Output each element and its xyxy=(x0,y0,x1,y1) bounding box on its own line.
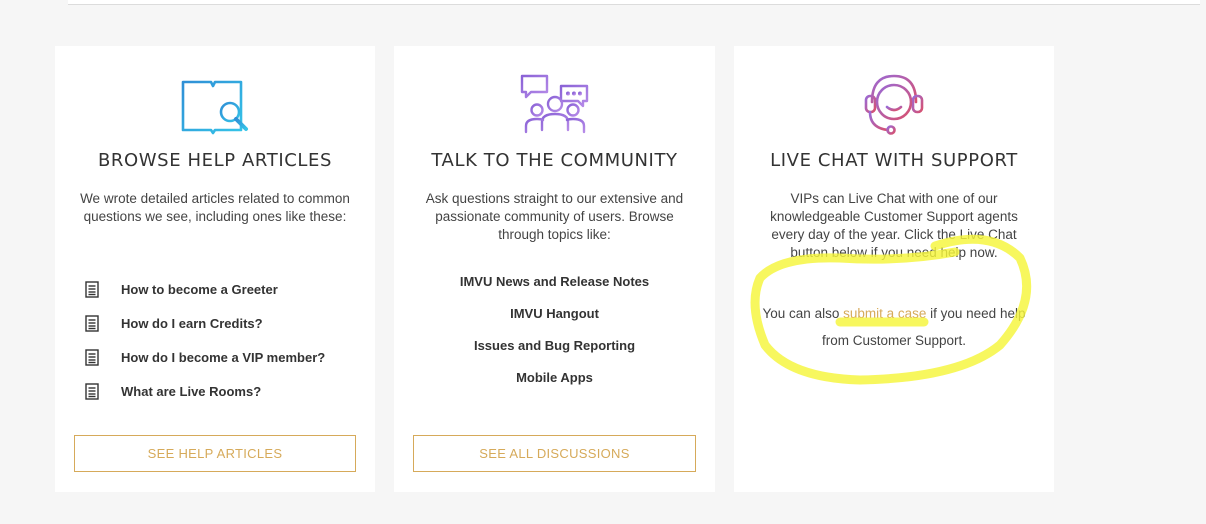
submit-case-note: You can also submit a case if you need h… xyxy=(754,300,1034,354)
live-chat-description: VIPs can Live Chat with one of our knowl… xyxy=(770,191,1018,260)
document-icon xyxy=(85,314,99,332)
community-description: Ask questions straight to our extensive … xyxy=(425,191,684,242)
see-help-articles-button[interactable]: SEE HELP ARTICLES xyxy=(74,435,356,472)
headset-smiley-icon xyxy=(734,72,1054,138)
community-title: TALK TO THE COMMUNITY xyxy=(431,150,678,171)
help-articles-list: How to become a Greeter How do I earn Cr… xyxy=(85,272,355,408)
see-all-discussions-button[interactable]: SEE ALL DISCUSSIONS xyxy=(413,435,696,472)
community-card: TALK TO THE COMMUNITY Ask questions stra… xyxy=(394,46,715,492)
browse-help-description: We wrote detailed articles related to co… xyxy=(80,191,350,224)
article-link[interactable]: How do I earn Credits? xyxy=(85,306,355,340)
document-icon xyxy=(85,348,99,366)
article-link[interactable]: What are Live Rooms? xyxy=(85,374,355,408)
live-chat-title: LIVE CHAT WITH SUPPORT xyxy=(770,150,1018,171)
book-search-icon xyxy=(55,72,375,138)
article-label: How do I become a VIP member? xyxy=(121,349,326,365)
article-label: What are Live Rooms? xyxy=(121,383,262,399)
community-topics-list: IMVU News and Release Notes IMVU Hangout… xyxy=(394,272,715,400)
document-icon xyxy=(85,280,99,298)
browse-help-card: BROWSE HELP ARTICLES We wrote detailed a… xyxy=(55,46,375,492)
topic-link[interactable]: Issues and Bug Reporting xyxy=(394,336,715,368)
topic-link[interactable]: IMVU Hangout xyxy=(394,304,715,336)
browse-help-title: BROWSE HELP ARTICLES xyxy=(97,150,333,171)
top-bar xyxy=(0,0,1206,6)
top-bar-inner xyxy=(68,0,1200,5)
document-icon xyxy=(85,382,99,400)
article-label: How do I earn Credits? xyxy=(121,315,263,331)
article-link[interactable]: How do I become a VIP member? xyxy=(85,340,355,374)
article-link[interactable]: How to become a Greeter xyxy=(85,272,355,306)
article-label: How to become a Greeter xyxy=(121,281,278,297)
community-chat-icon xyxy=(394,72,715,138)
submit-case-prefix: You can also xyxy=(762,306,844,321)
topic-link[interactable]: Mobile Apps xyxy=(394,368,715,400)
live-chat-card: LIVE CHAT WITH SUPPORT VIPs can Live Cha… xyxy=(734,46,1054,492)
topic-link[interactable]: IMVU News and Release Notes xyxy=(394,272,715,304)
submit-case-link[interactable]: submit a case xyxy=(843,306,926,321)
